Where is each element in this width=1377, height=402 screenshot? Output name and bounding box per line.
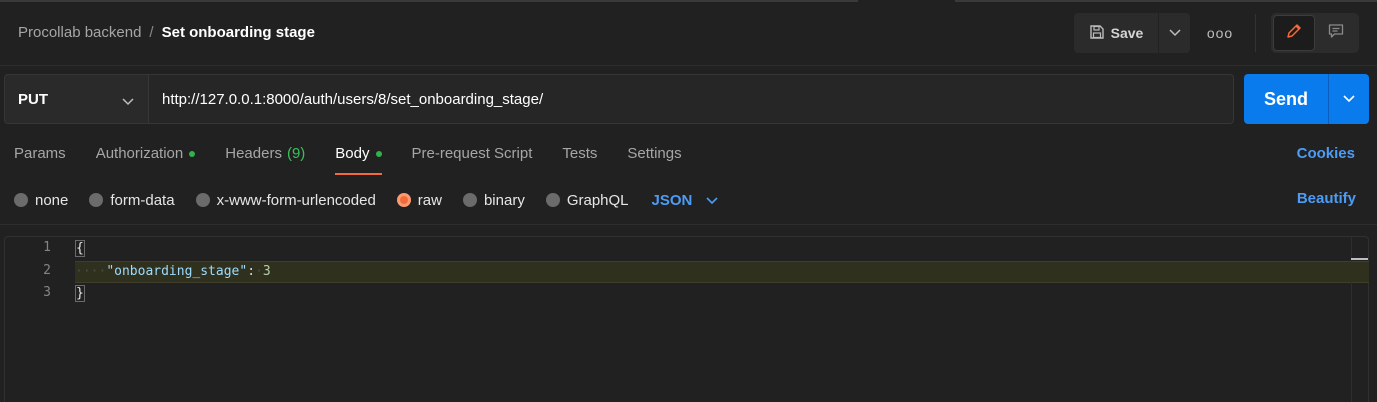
tab-label: Headers [225, 145, 282, 162]
indent-whitespace: ···· [75, 264, 107, 279]
body-type-form-data[interactable]: form-data [89, 191, 175, 209]
save-button-group: Save [1074, 13, 1190, 53]
request-tabs: Params Authorization Headers (9) Body Pre… [14, 145, 712, 175]
radio-label: GraphQL [566, 191, 629, 209]
line-number: 2 [43, 263, 51, 278]
tab-settings[interactable]: Settings [627, 145, 681, 175]
tab-label: Pre-request Script [411, 145, 533, 162]
body-code-editor[interactable]: 1 2 3 { ····"onboarding_stage":·3 } [4, 236, 1369, 402]
json-key: "onboarding_stage" [106, 264, 248, 279]
radio-circle [545, 193, 560, 207]
radio-label: none [35, 191, 69, 209]
space-whitespace: · [255, 264, 263, 279]
tab-headers[interactable]: Headers (9) [225, 145, 305, 175]
radio-circle [89, 193, 104, 207]
http-method-value: PUT [18, 90, 48, 108]
cookies-link[interactable]: Cookies [1297, 145, 1355, 162]
body-type-raw[interactable]: raw [396, 191, 442, 209]
line-number-gutter: 1 2 3 [5, 237, 65, 402]
radio-label: binary [483, 191, 525, 209]
breadcrumb-separator: / [149, 24, 154, 41]
radio-circle [396, 193, 411, 207]
request-header: Procollab backend / Set onboarding stage… [0, 0, 1377, 66]
chevron-down-icon [1168, 24, 1181, 42]
edit-mode-button[interactable] [1273, 15, 1315, 51]
body-type-graphql[interactable]: GraphQL [545, 191, 629, 209]
pencil-icon [1285, 22, 1303, 45]
header-divider [0, 65, 1377, 66]
radio-circle [14, 193, 28, 207]
toolbar-divider [1255, 14, 1256, 52]
tab-label: Settings [627, 145, 682, 162]
radio-label: form-data [110, 191, 175, 209]
body-type-options: none form-data x-www-form-urlencoded raw… [14, 190, 718, 210]
send-options-button[interactable] [1328, 74, 1369, 124]
code-line-1: { [75, 238, 85, 259]
save-label: Save [1110, 25, 1144, 41]
tab-label: Authorization [95, 145, 184, 162]
breadcrumb: Procollab backend / Set onboarding stage [18, 24, 315, 41]
tab-authorization[interactable]: Authorization [96, 145, 196, 175]
editor-scrollbar[interactable] [1351, 237, 1368, 402]
status-dot [189, 151, 196, 157]
headers-count-badge: (9) [286, 145, 306, 162]
line-number: 3 [43, 285, 51, 300]
http-method-select[interactable]: PUT [4, 74, 149, 124]
tab-body[interactable]: Body [335, 145, 382, 175]
more-dots-icon: ooo [1206, 25, 1234, 41]
breadcrumb-collection[interactable]: Procollab backend [18, 24, 141, 41]
radio-circle [462, 193, 477, 207]
body-type-none[interactable]: none [14, 192, 68, 209]
url-value: http://127.0.0.1:8000/auth/users/8/set_o… [162, 90, 544, 108]
send-button[interactable]: Send [1244, 74, 1328, 124]
comment-icon [1327, 22, 1345, 45]
view-mode-toggle [1271, 13, 1359, 53]
open-brace: { [75, 240, 85, 257]
raw-format-value: JSON [651, 191, 693, 209]
save-options-button[interactable] [1159, 13, 1190, 53]
more-actions-button[interactable]: ooo [1203, 18, 1237, 48]
radio-label: raw [417, 191, 442, 209]
body-type-binary[interactable]: binary [462, 191, 525, 209]
tab-label: Body [335, 145, 370, 162]
radio-label: x-www-form-urlencoded [216, 191, 376, 209]
tab-label: Tests [562, 145, 598, 162]
tab-pre-request-script[interactable]: Pre-request Script [412, 145, 533, 175]
close-brace: } [75, 285, 85, 302]
code-line-3: } [75, 283, 85, 304]
code-line-2: ····"onboarding_stage":·3 [75, 261, 271, 282]
chevron-down-icon [1343, 90, 1355, 108]
tab-label: Params [14, 145, 66, 162]
radio-circle [195, 193, 210, 207]
request-title[interactable]: Set onboarding stage [162, 24, 315, 41]
json-value: 3 [262, 264, 271, 279]
chevron-down-icon [122, 93, 134, 110]
body-type-urlencoded[interactable]: x-www-form-urlencoded [195, 191, 376, 209]
raw-format-select[interactable]: JSON [652, 192, 719, 209]
json-colon: : [247, 264, 256, 279]
url-input[interactable]: http://127.0.0.1:8000/auth/users/8/set_o… [149, 74, 1234, 124]
beautify-button[interactable]: Beautify [1297, 190, 1356, 207]
comments-mode-button[interactable] [1315, 15, 1357, 51]
status-dot [375, 151, 382, 157]
tab-params[interactable]: Params [14, 145, 66, 175]
chevron-down-icon [706, 192, 718, 209]
scrollbar-position-marker [1351, 258, 1368, 260]
options-divider [0, 224, 1377, 225]
floppy-disk-icon [1089, 24, 1105, 43]
tab-tests[interactable]: Tests [562, 145, 597, 175]
line-number: 1 [43, 240, 51, 255]
save-button[interactable]: Save [1074, 13, 1159, 53]
send-button-group: Send [1244, 74, 1369, 124]
